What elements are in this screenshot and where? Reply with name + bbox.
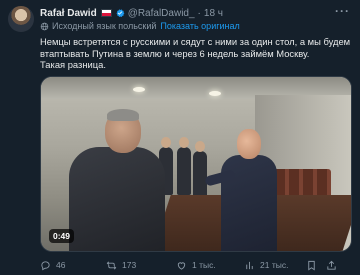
globe-icon <box>40 22 49 30</box>
views-icon <box>246 261 253 269</box>
flag-poland-icon <box>100 9 112 17</box>
bookmark-button[interactable] <box>306 260 326 271</box>
retweet-count: 173 <box>122 260 137 270</box>
person-right <box>204 129 283 251</box>
background-person <box>193 141 207 199</box>
retweet-icon <box>106 261 117 269</box>
more-icon[interactable]: ··· <box>335 4 350 18</box>
translation-notice: Исходный язык польский Показать оригинал <box>40 21 240 31</box>
video-duration: 0:49 <box>49 229 75 243</box>
action-bar: 46 173 1 тыс. 21 тыс. <box>40 258 356 272</box>
reply-count: 46 <box>56 260 66 270</box>
tweet-text-line: Такая разница. <box>40 59 106 70</box>
video-player[interactable]: 0:49 <box>40 76 352 252</box>
translation-notice-text: Исходный язык польский <box>52 21 157 31</box>
background-person <box>177 137 191 195</box>
show-original-link[interactable]: Показать оригинал <box>160 21 239 31</box>
post-time[interactable]: 18 ч <box>204 8 223 19</box>
bookmark-icon <box>308 260 315 270</box>
like-icon <box>177 261 186 270</box>
author-name[interactable]: Rafał Dawid <box>40 8 97 19</box>
person-left <box>69 109 165 251</box>
tweet-text-line: Немцы встретятся с русскими и сядут с ни… <box>40 36 351 47</box>
share-button[interactable] <box>326 260 346 271</box>
view-count: 21 тыс. <box>260 260 289 270</box>
avatar[interactable] <box>8 6 34 32</box>
like-button[interactable]: 1 тыс. <box>176 260 244 271</box>
tweet[interactable]: Rafał Dawid @RafalDawid_ · 18 ч ··· Исхо… <box>0 0 360 275</box>
reply-icon <box>41 260 50 270</box>
reply-button[interactable]: 46 <box>40 260 106 271</box>
share-icon <box>327 260 336 270</box>
verified-badge-icon <box>116 9 125 17</box>
retweet-button[interactable]: 173 <box>106 260 176 271</box>
like-count: 1 тыс. <box>192 260 216 270</box>
ceiling-light <box>133 87 145 92</box>
tweet-text-line: втаптывать Путина в землю и через 6 неде… <box>40 47 310 59</box>
views-button[interactable]: 21 тыс. <box>244 260 306 271</box>
tweet-text: Немцы встретятся с русскими и сядут с ни… <box>40 36 352 71</box>
ceiling-light <box>209 91 221 96</box>
header-separator: · <box>197 7 201 19</box>
author-handle[interactable]: @RafalDawid_ <box>128 8 195 19</box>
tweet-header: Rafał Dawid @RafalDawid_ · 18 ч <box>40 6 223 20</box>
